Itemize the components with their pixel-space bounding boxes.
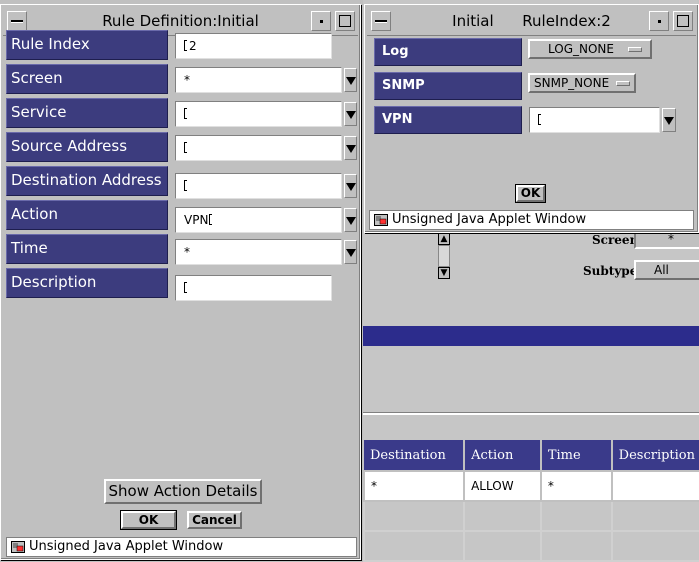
screen-filter-label: Screen [592, 233, 639, 247]
rule-window-statusbar: Unsigned Java Applet Window [6, 537, 357, 557]
rule-index-label: Rule Index [6, 30, 168, 60]
action-combo-input[interactable]: VPN [175, 207, 342, 233]
action-window-statusbar: Unsigned Java Applet Window [369, 210, 694, 230]
time-dropdown-arrow-icon[interactable] [344, 240, 357, 264]
time-label: Time [6, 234, 168, 264]
column-header-destination[interactable]: Destination [364, 440, 466, 471]
destination-address-label: Destination Address [6, 166, 168, 196]
cancel-button[interactable]: Cancel [187, 511, 242, 529]
rule-window-status-text: Unsigned Java Applet Window [29, 539, 224, 554]
text-cursor-icon [184, 40, 187, 51]
description-label: Description [6, 268, 168, 298]
screen-combo-input[interactable]: * [175, 67, 342, 93]
vpn-combo-input[interactable] [529, 107, 660, 133]
rules-table: Destination Action Time Description * AL… [362, 440, 699, 562]
service-label: Service [6, 98, 168, 128]
table-row[interactable]: * ALLOW * [362, 470, 699, 502]
log-label: Log [374, 38, 522, 66]
rule-index-input[interactable]: 2 [175, 33, 332, 59]
source-address-combo-input[interactable] [175, 135, 342, 161]
ok-button[interactable]: OK [121, 511, 176, 529]
column-header-description[interactable]: Description [611, 440, 699, 471]
minimize-icon[interactable] [311, 11, 331, 31]
screen-label: Screen [6, 64, 168, 94]
show-action-details-button[interactable]: Show Action Details [104, 479, 262, 504]
table-cell-time: * [539, 470, 613, 502]
source-address-dropdown-arrow-icon[interactable] [344, 136, 357, 160]
table-cell-description [610, 470, 699, 502]
minimize-icon[interactable] [649, 11, 669, 31]
maximize-icon[interactable] [673, 11, 693, 31]
action-window-title: Initial RuleIndex:2 [452, 12, 611, 30]
background-selection-band [363, 326, 699, 346]
subtype-filter-label: Subtype [583, 264, 638, 278]
scroll-up-arrow-icon[interactable]: ▲ [438, 233, 450, 245]
subtype-filter-dropdown[interactable]: All [634, 260, 699, 280]
text-cursor-icon [209, 214, 213, 225]
description-input[interactable] [175, 275, 332, 301]
screen-dropdown-arrow-icon[interactable] [344, 68, 357, 92]
destination-address-dropdown-arrow-icon[interactable] [344, 174, 357, 198]
snmp-label: SNMP [374, 72, 522, 100]
vpn-label: VPN [374, 106, 522, 134]
applet-warning-icon [374, 214, 388, 226]
choice-indicator-icon [628, 47, 642, 52]
action-window-titlebar[interactable]: Initial RuleIndex:2 [367, 7, 696, 36]
vpn-dropdown-arrow-icon[interactable] [662, 108, 676, 132]
time-combo-input[interactable]: * [175, 239, 342, 265]
text-cursor-icon [538, 114, 541, 125]
scroll-down-arrow-icon[interactable]: ▼ [438, 267, 450, 279]
text-cursor-icon [184, 180, 187, 191]
text-cursor-icon [184, 142, 187, 153]
choice-indicator-icon [616, 81, 630, 86]
action-dropdown-arrow-icon[interactable] [344, 208, 357, 232]
service-dropdown-arrow-icon[interactable] [344, 102, 357, 126]
destination-address-combo-input[interactable] [175, 173, 342, 199]
scroll-track[interactable] [438, 245, 450, 267]
source-address-label: Source Address [6, 132, 168, 162]
applet-warning-icon [11, 541, 25, 553]
table-row-empty [362, 530, 699, 562]
text-cursor-icon [184, 282, 187, 293]
snmp-choice-dropdown[interactable]: SNMP_NONE [528, 73, 636, 93]
table-row-empty [362, 500, 699, 532]
column-header-action[interactable]: Action [464, 440, 542, 471]
action-ok-button[interactable]: OK [516, 185, 545, 202]
service-combo-input[interactable] [175, 101, 342, 127]
action-window-status-text: Unsigned Java Applet Window [392, 212, 587, 227]
table-cell-action: ALLOW [463, 470, 542, 502]
background-divider [363, 412, 699, 415]
maximize-icon[interactable] [335, 11, 355, 31]
column-header-time[interactable]: Time [540, 440, 613, 471]
table-cell-destination: * [362, 470, 466, 502]
log-choice-dropdown[interactable]: LOG_NONE [528, 39, 652, 59]
text-cursor-icon [184, 108, 187, 119]
action-label: Action [6, 200, 168, 230]
